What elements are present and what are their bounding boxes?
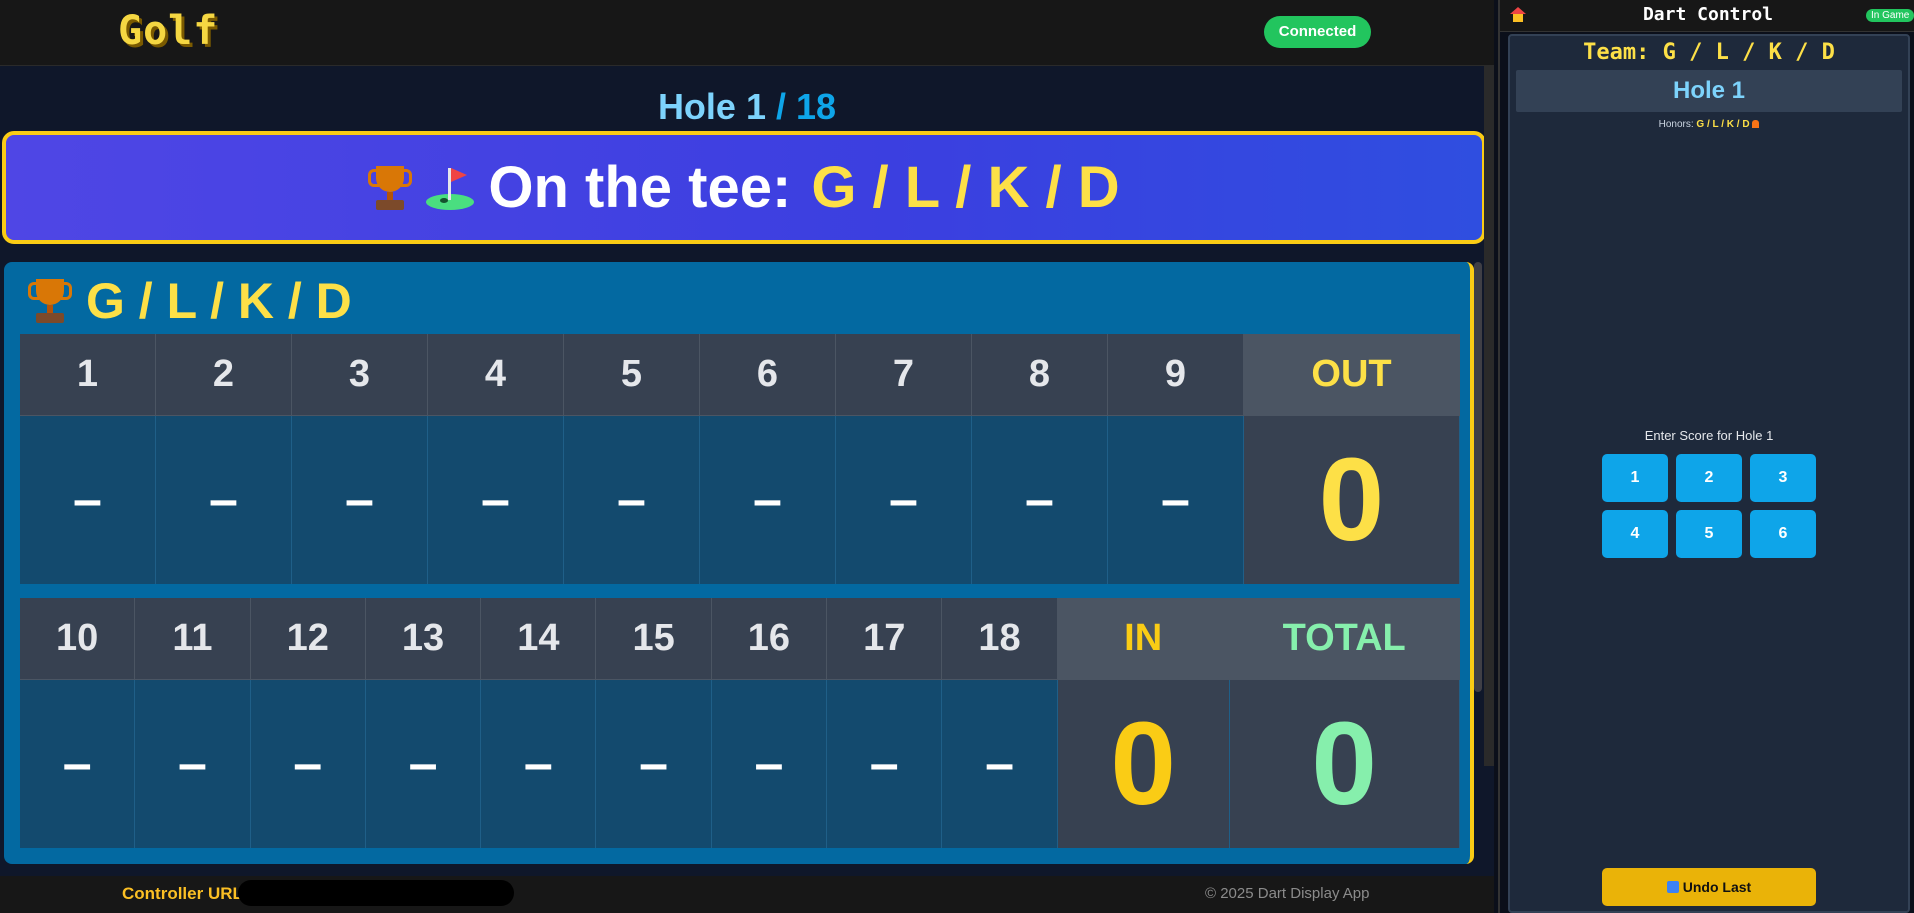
honors-label: Honors:	[1658, 119, 1694, 130]
hole-header: 13	[365, 598, 482, 680]
trophy-icon	[28, 277, 72, 325]
hole-score-cell: –	[596, 680, 712, 848]
app-logo: Golf	[118, 8, 219, 54]
on-the-tee-banner: On the tee: G / L / K / D	[2, 131, 1486, 244]
hole-header: 7	[836, 334, 972, 416]
hole-score-cell: –	[700, 416, 836, 584]
hole-header: 4	[428, 334, 564, 416]
in-total-value: 0	[1057, 680, 1230, 848]
on-the-tee-label: On the tee:	[488, 155, 792, 220]
hole-score-cell: –	[1108, 416, 1244, 584]
golf-flag-icon	[424, 164, 476, 212]
hole-score-cell: –	[428, 416, 564, 584]
hole-score-cell: –	[365, 680, 482, 848]
hole-score-cell: –	[20, 680, 136, 848]
hole-score-cell: –	[250, 680, 366, 848]
hole-header: 8	[972, 334, 1108, 416]
connection-status-badge: Connected	[1264, 16, 1371, 48]
hole-header: 3	[292, 334, 428, 416]
hole-score-cell: –	[156, 416, 292, 584]
trophy-icon	[368, 164, 413, 212]
hole-score-cell: –	[836, 416, 972, 584]
hole-score-cell: –	[942, 680, 1058, 848]
grand-total-value: 0	[1229, 680, 1460, 848]
hole-header: 9	[1108, 334, 1244, 416]
score-button-6[interactable]: 6	[1750, 510, 1816, 558]
hole-header: 2	[156, 334, 292, 416]
control-team-name: Team: G / L / K / D	[1583, 40, 1835, 65]
undo-icon	[1666, 881, 1679, 893]
footer: Controller URL © 2025 Dart Display App	[0, 876, 1494, 913]
current-hole: Hole 1	[657, 86, 766, 127]
score-button-4[interactable]: 4	[1602, 510, 1668, 558]
hole-indicator: Hole 1 / 18	[0, 86, 1494, 128]
control-body: Team: G / L / K / D Hole 1 Honors: G / L…	[1508, 34, 1910, 913]
scorecard-team-name: G / L / K / D	[86, 273, 352, 329]
golfer-icon	[1752, 120, 1760, 128]
hole-score-cell: –	[135, 680, 251, 848]
redacted-url	[238, 880, 514, 906]
scoreboard-display: Golf Connected Hole 1 / 18 On the tee: G…	[0, 0, 1494, 913]
copyright-text: © 2025 Dart Display App	[1205, 885, 1370, 902]
honors-team: G / L / K / D	[1696, 119, 1750, 130]
enter-score-prompt: Enter Score for Hole 1	[1644, 428, 1774, 443]
out-header: OUT	[1244, 334, 1460, 416]
main-scrollbar[interactable]	[1484, 66, 1494, 766]
hole-header: 18	[942, 598, 1058, 680]
in-header: IN	[1057, 598, 1230, 680]
scorecard-header: G / L / K / D	[28, 272, 352, 330]
hole-header: 10	[20, 598, 136, 680]
on-the-tee-team: G / L / K / D	[811, 155, 1120, 220]
hole-score-cell: –	[564, 416, 700, 584]
score-button-2[interactable]: 2	[1676, 454, 1742, 502]
hole-header: 5	[564, 334, 700, 416]
hole-score-cell: –	[972, 416, 1108, 584]
score-button-1[interactable]: 1	[1602, 454, 1668, 502]
total-holes: / 18	[765, 86, 837, 127]
hole-header: 1	[20, 334, 156, 416]
hole-header: 12	[250, 598, 366, 680]
hole-score-cell: –	[827, 680, 943, 848]
dart-control-panel: Dart Control In Game Team: G / L / K / D…	[1498, 0, 1914, 913]
hole-score-cell: –	[711, 680, 828, 848]
scorecard-scrollbar-thumb[interactable]	[1474, 262, 1482, 692]
score-button-5[interactable]: 5	[1676, 510, 1742, 558]
front-nine-grid: 1 2 3 4 5 6 7 8 9 OUT – – – – – – – – – …	[20, 334, 1460, 584]
honors-line: Honors: G / L / K / D	[1510, 119, 1908, 130]
hole-score-cell: –	[20, 416, 156, 584]
controller-url-label: Controller URL	[122, 884, 243, 903]
out-total-value: 0	[1244, 416, 1460, 584]
undo-label: Undo Last	[1682, 879, 1752, 895]
scorecard: G / L / K / D 1 2 3 4 5 6 7 8 9 OUT – – …	[4, 262, 1474, 864]
hole-header: 11	[135, 598, 251, 680]
hole-score-cell: –	[481, 680, 597, 848]
hole-header: 6	[700, 334, 836, 416]
hole-header: 15	[596, 598, 712, 680]
back-nine-grid: 10 11 12 13 14 15 16 17 18 IN TOTAL – – …	[20, 598, 1460, 848]
total-header: TOTAL	[1229, 598, 1460, 680]
control-title: Dart Control	[1642, 4, 1774, 25]
top-bar: Golf Connected	[0, 0, 1494, 66]
control-hole-label: Hole 1	[1516, 70, 1902, 112]
hole-header: 16	[711, 598, 828, 680]
undo-last-button[interactable]: Undo Last	[1602, 868, 1816, 906]
hole-score-cell: –	[292, 416, 428, 584]
hole-header: 14	[481, 598, 597, 680]
control-header: Dart Control In Game	[1500, 0, 1914, 32]
score-button-3[interactable]: 3	[1750, 454, 1816, 502]
in-game-badge: In Game	[1866, 9, 1914, 22]
hole-header: 17	[827, 598, 943, 680]
